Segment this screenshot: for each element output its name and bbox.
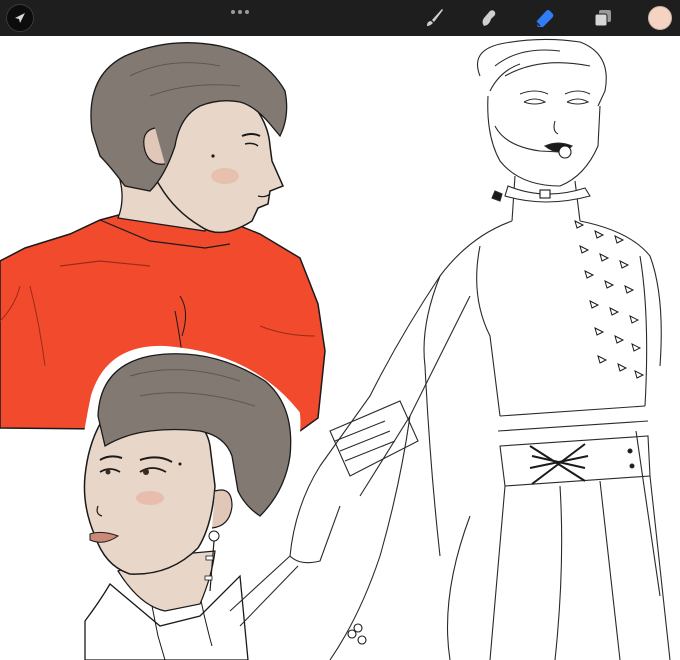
drawing-canvas[interactable] [0,36,680,660]
artwork [0,38,671,660]
drawing-app [0,0,680,660]
brush-tool-button[interactable] [420,4,448,32]
eraser-icon [535,10,554,27]
more-dots-icon[interactable] [227,6,253,18]
brush-icon [427,9,443,26]
figure-portrait-earring [77,345,301,660]
color-button[interactable] [646,4,674,32]
layers-icon [594,10,611,27]
eraser-tool-button[interactable] [530,4,558,32]
top-toolbar [0,0,680,36]
smudge-tool-button[interactable] [474,4,502,32]
dot [238,10,242,14]
arrow-cursor-icon [15,13,25,23]
color-swatch [648,6,672,30]
dot [245,10,249,14]
layers-button[interactable] [589,4,617,32]
smudge-icon [482,10,496,26]
actions-circle [6,4,34,32]
dot [231,10,235,14]
actions-button[interactable] [6,4,34,32]
